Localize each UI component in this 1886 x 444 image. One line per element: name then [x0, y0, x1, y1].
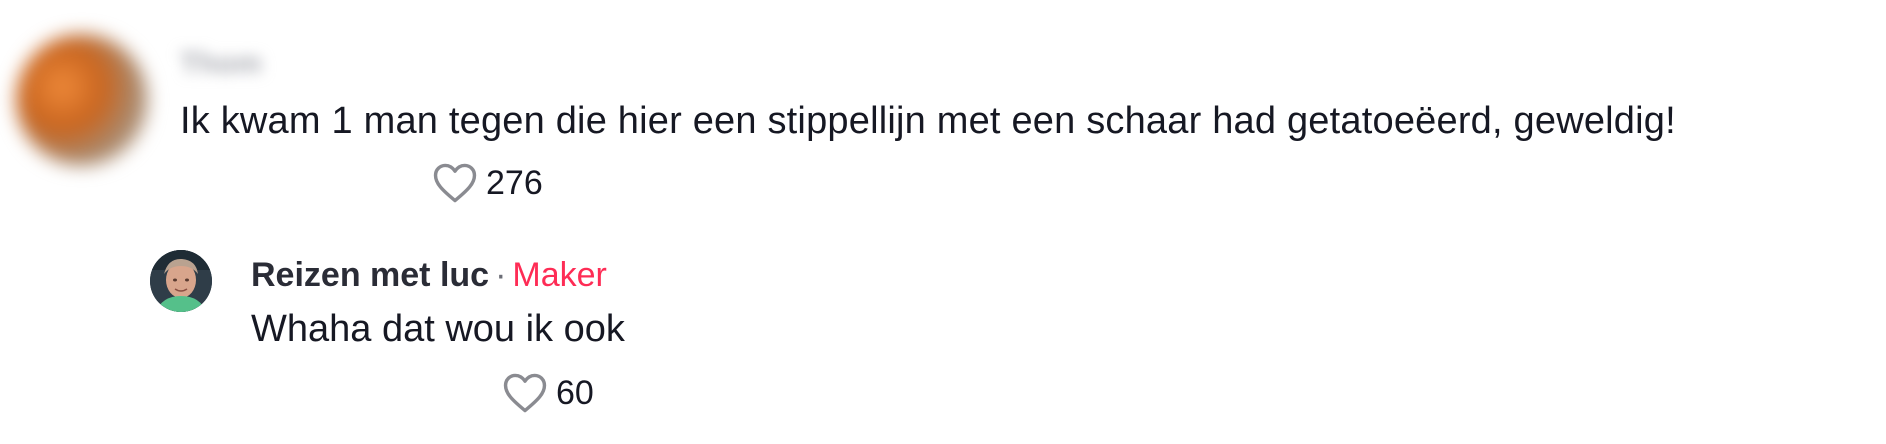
reply-avatar[interactable] — [150, 250, 212, 312]
heart-icon — [433, 163, 477, 203]
comment-like-button[interactable]: 276 — [432, 162, 543, 204]
reply-separator: · — [495, 256, 507, 294]
reply-text: Whaha dat wou ik ook — [251, 308, 625, 350]
creator-badge: Maker — [512, 256, 607, 294]
reply-like-button[interactable]: 60 — [502, 372, 594, 414]
creator-avatar-image — [150, 250, 212, 312]
reply-author[interactable]: Reizen met luc — [251, 256, 489, 294]
comment-avatar[interactable] — [16, 34, 148, 166]
comment-text: Ik kwam 1 man tegen die hier een stippel… — [180, 100, 1676, 142]
comment-username[interactable]: Thom — [180, 46, 262, 82]
comment-like-count: 276 — [486, 164, 543, 202]
heart-icon — [503, 373, 547, 413]
reply-header: Reizen met luc · Maker — [251, 254, 607, 296]
reply-like-count: 60 — [556, 374, 594, 412]
